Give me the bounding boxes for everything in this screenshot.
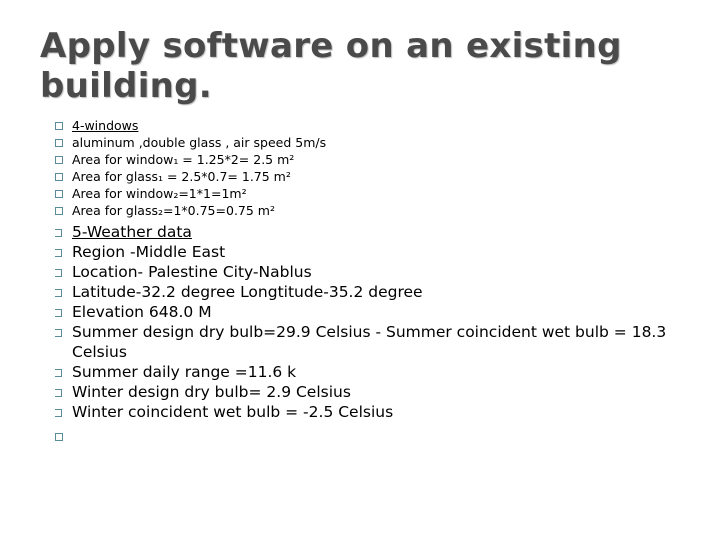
list-item: Region -Middle East	[52, 242, 692, 262]
list-item: 5-Weather data	[52, 222, 692, 242]
list-item-text: Region -Middle East	[72, 243, 226, 261]
window-section-heading: 4-windows	[72, 118, 139, 133]
list-item: Winter design dry bulb= 2.9 Celsius	[52, 382, 692, 402]
list-item-text: Area for glass₁ = 2.5*0.7= 1.75 m²	[72, 169, 291, 184]
list-item: Latitude-32.2 degree Longtitude-35.2 deg…	[52, 282, 692, 302]
list-item: Summer daily range =11.6 k	[52, 362, 692, 382]
list-item: Winter coincident wet bulb = -2.5 Celsiu…	[52, 402, 692, 422]
weather-section: 5-Weather data Region -Middle East Locat…	[52, 222, 692, 441]
list-item-text: Location- Palestine City-Nablus	[72, 263, 312, 281]
window-section: 4-windows aluminum ,double glass , air s…	[52, 117, 692, 219]
list-item: Area for window₁ = 1.25*2= 2.5 m²	[52, 151, 692, 168]
list-item-text: Area for window₁ = 1.25*2= 2.5 m²	[72, 152, 295, 167]
list-item-text: Summer daily range =11.6 k	[72, 363, 297, 381]
list-item-text: Winter design dry bulb= 2.9 Celsius	[72, 383, 351, 401]
list-item: Area for window₂=1*1=1m²	[52, 185, 692, 202]
list-item-text: Area for glass₂=1*0.75=0.75 m²	[72, 203, 275, 218]
list-item-text: Winter coincident wet bulb = -2.5 Celsiu…	[72, 403, 394, 421]
list-item: Area for glass₂=1*0.75=0.75 m²	[52, 202, 692, 219]
list-item: aluminum ,double glass , air speed 5m/s	[52, 134, 692, 151]
list-item-text: aluminum ,double glass , air speed 5m/s	[72, 135, 327, 150]
weather-section-heading: 5-Weather data	[72, 223, 192, 241]
bullet-list: 4-windows aluminum ,double glass , air s…	[52, 117, 692, 441]
list-item-text: Latitude-32.2 degree Longtitude-35.2 deg…	[72, 283, 423, 301]
list-item: Summer design dry bulb=29.9 Celsius - Su…	[52, 322, 692, 362]
list-item: Location- Palestine City-Nablus	[52, 262, 692, 282]
list-item: Elevation 648.0 M	[52, 302, 692, 322]
list-item-text: Summer design dry bulb=29.9 Celsius - Su…	[72, 323, 667, 361]
list-item-text: Area for window₂=1*1=1m²	[72, 186, 247, 201]
list-item-text: Elevation 648.0 M	[72, 303, 212, 321]
list-item: Area for glass₁ = 2.5*0.7= 1.75 m²	[52, 168, 692, 185]
slide-title: Apply software on an existing building.	[40, 26, 622, 106]
list-item: 4-windows	[52, 117, 692, 134]
